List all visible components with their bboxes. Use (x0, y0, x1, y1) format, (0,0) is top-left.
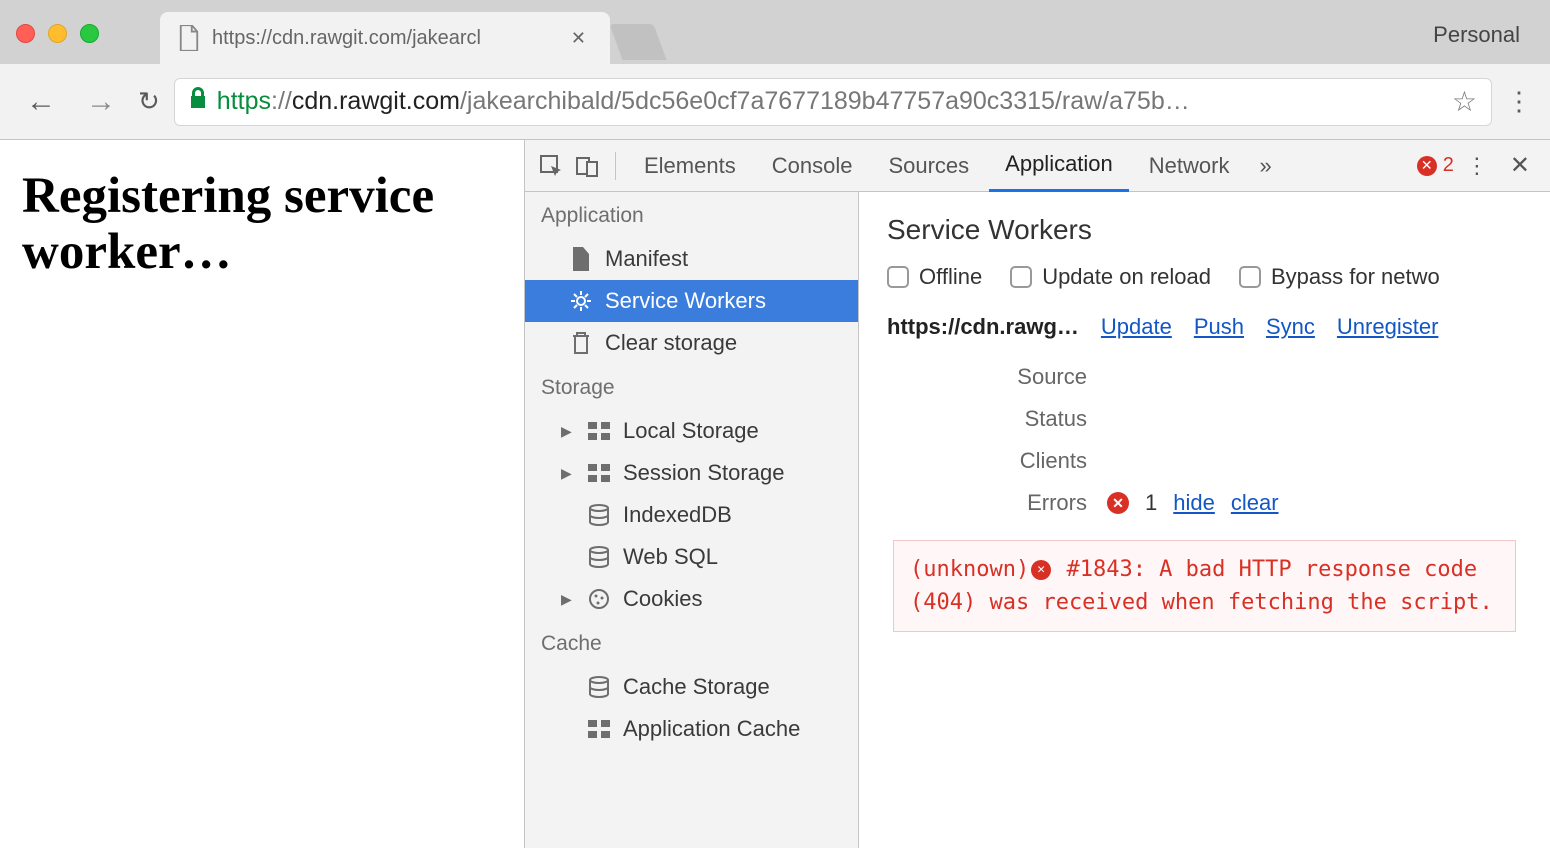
chrome-menu-button[interactable]: ⋮ (1506, 86, 1532, 117)
window-controls (16, 24, 99, 43)
database-icon (587, 675, 611, 699)
sidebar-item-service-workers[interactable]: Service Workers (525, 280, 858, 322)
tab-sources[interactable]: Sources (872, 141, 985, 191)
panel-title: Service Workers (887, 214, 1522, 246)
database-icon (587, 545, 611, 569)
devtools-close-button[interactable]: ✕ (1500, 151, 1540, 180)
sidebar-item-cookies[interactable]: ▶ Cookies (525, 578, 858, 620)
tabs-overflow-button[interactable]: » (1249, 153, 1281, 179)
error-count: 2 (1443, 154, 1454, 177)
error-icon: ✕ (1107, 492, 1129, 514)
close-window-button[interactable] (16, 24, 35, 43)
sidebar-item-manifest[interactable]: Manifest (525, 238, 858, 280)
sw-sync-link[interactable]: Sync (1266, 314, 1315, 340)
error-icon: ✕ (1031, 560, 1051, 580)
address-bar[interactable]: https://cdn.rawgit.com/jakearchibald/5dc… (174, 78, 1492, 126)
new-tab-button[interactable] (609, 24, 666, 60)
tab-elements[interactable]: Elements (628, 141, 752, 191)
sw-status-label: Status (887, 406, 1107, 432)
sw-scope: https://cdn.rawg… (887, 314, 1079, 340)
lock-icon (189, 87, 207, 116)
grid-icon (587, 419, 611, 443)
device-toggle-icon[interactable] (571, 150, 603, 182)
error-icon: ✕ (1417, 156, 1437, 176)
sidebar-item-clear-storage[interactable]: Clear storage (525, 322, 858, 364)
sidebar-item-web-sql[interactable]: Web SQL (525, 536, 858, 578)
sidebar-section-storage: Storage (525, 364, 858, 410)
sw-clear-link[interactable]: clear (1231, 490, 1279, 516)
tab-title: https://cdn.rawgit.com/jakearcl (212, 27, 559, 50)
sw-unregister-link[interactable]: Unregister (1337, 314, 1438, 340)
bookmark-star-icon[interactable]: ☆ (1452, 85, 1477, 118)
devtools-panel: Elements Console Sources Application Net… (524, 140, 1550, 848)
grid-icon (587, 717, 611, 741)
sw-error-count: 1 (1145, 490, 1157, 516)
service-worker-row: https://cdn.rawg… Update Push Sync Unreg… (887, 314, 1522, 340)
sidebar-item-cache-storage[interactable]: Cache Storage (525, 666, 858, 708)
database-icon (587, 503, 611, 527)
sw-hide-link[interactable]: hide (1173, 490, 1215, 516)
page-content: Registering service worker… (0, 140, 524, 848)
sw-source-label: Source (887, 364, 1107, 390)
panel-options-row: Offline Update on reload Bypass for netw… (887, 264, 1522, 290)
gear-icon (569, 289, 593, 313)
reload-button[interactable]: ↻ (138, 86, 160, 117)
trash-icon (569, 331, 593, 355)
sidebar-section-application: Application (525, 192, 858, 238)
browser-tab[interactable]: https://cdn.rawgit.com/jakearcl ✕ (160, 12, 610, 64)
cookie-icon (587, 587, 611, 611)
chevron-right-icon: ▶ (561, 423, 575, 440)
sidebar-item-indexeddb[interactable]: IndexedDB (525, 494, 858, 536)
chevron-right-icon: ▶ (561, 465, 575, 482)
url-scheme: https://cdn.rawgit.com/jakearchibald/5dc… (217, 87, 1190, 116)
error-prefix: (unknown) (910, 557, 1029, 582)
tab-console[interactable]: Console (756, 141, 869, 191)
application-sidebar: Application Manifest Service Workers Cle… (525, 192, 859, 848)
file-icon (569, 247, 593, 271)
service-workers-panel: Service Workers Offline Update on reload… (859, 192, 1550, 848)
error-badge[interactable]: ✕ 2 (1417, 154, 1454, 177)
forward-button: → (78, 81, 124, 123)
sidebar-item-application-cache[interactable]: Application Cache (525, 708, 858, 750)
chevron-right-icon: ▶ (561, 591, 575, 608)
update-on-reload-checkbox[interactable]: Update on reload (1010, 264, 1211, 290)
sw-errors-label: Errors (887, 490, 1107, 516)
devtools-menu-button[interactable]: ⋮ (1458, 153, 1496, 179)
tab-network[interactable]: Network (1133, 141, 1246, 191)
sidebar-section-cache: Cache (525, 620, 858, 666)
browser-toolbar: ← → ↻ https://cdn.rawgit.com/jakearchiba… (0, 64, 1550, 140)
page-heading: Registering service worker… (22, 168, 502, 280)
file-icon (178, 25, 200, 51)
sw-update-link[interactable]: Update (1101, 314, 1172, 340)
sidebar-item-session-storage[interactable]: ▶ Session Storage (525, 452, 858, 494)
devtools-tab-bar: Elements Console Sources Application Net… (525, 140, 1550, 192)
tab-application[interactable]: Application (989, 139, 1129, 192)
minimize-window-button[interactable] (48, 24, 67, 43)
offline-checkbox[interactable]: Offline (887, 264, 982, 290)
inspect-element-icon[interactable] (535, 150, 567, 182)
browser-tab-bar: https://cdn.rawgit.com/jakearcl ✕ Person… (0, 0, 1550, 64)
error-message-box: (unknown)✕ #1843: A bad HTTP response co… (893, 540, 1516, 632)
grid-icon (587, 461, 611, 485)
tab-close-button[interactable]: ✕ (571, 28, 586, 49)
bypass-network-checkbox[interactable]: Bypass for netwo (1239, 264, 1440, 290)
sidebar-item-local-storage[interactable]: ▶ Local Storage (525, 410, 858, 452)
profile-label[interactable]: Personal (1433, 22, 1520, 48)
sw-clients-label: Clients (887, 448, 1107, 474)
sw-push-link[interactable]: Push (1194, 314, 1244, 340)
back-button[interactable]: ← (18, 81, 64, 123)
maximize-window-button[interactable] (80, 24, 99, 43)
